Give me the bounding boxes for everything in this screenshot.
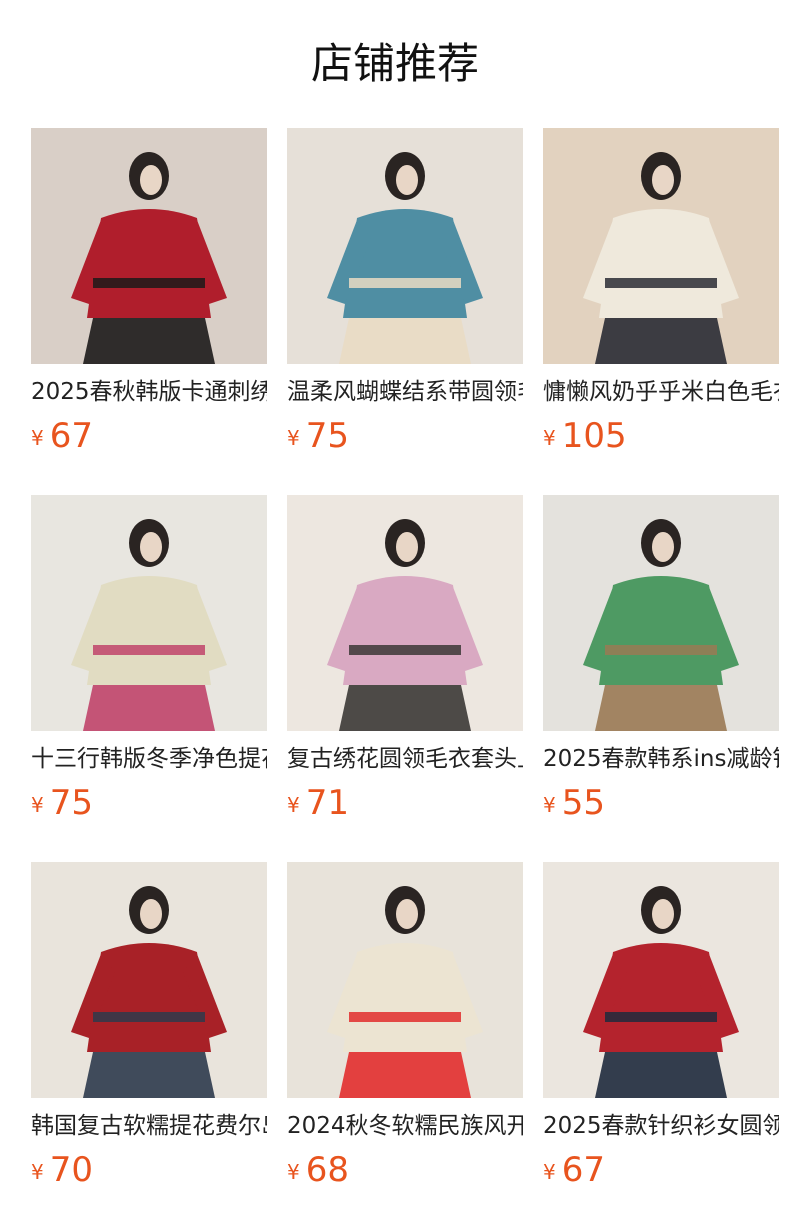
product-price: ¥68 — [287, 1148, 523, 1192]
product-photo — [31, 128, 267, 364]
product-photo — [287, 128, 523, 364]
product-card[interactable]: 韩国复古软糯提花费尔岛毛衣 ¥70 — [31, 862, 267, 1229]
product-card[interactable]: 2025春款韩系ins减龄针织马甲 ¥55 — [543, 495, 779, 862]
product-price: ¥75 — [31, 781, 267, 825]
product-name[interactable]: 2025春款针织衫女圆领开衫 — [543, 1110, 779, 1142]
product-name[interactable]: 2024秋冬软糯民族风开衫 — [287, 1110, 523, 1142]
product-photo — [287, 495, 523, 731]
price-amount: 68 — [305, 1150, 349, 1190]
product-image[interactable] — [31, 862, 267, 1098]
product-card[interactable]: 温柔风蝴蝶结系带圆领毛衣开衫 ¥75 — [287, 128, 523, 495]
product-photo — [543, 128, 779, 364]
product-card[interactable]: 复古绣花圆领毛衣套头上衣 ¥71 — [287, 495, 523, 862]
product-photo — [287, 862, 523, 1098]
product-photo — [543, 495, 779, 731]
price-amount: 71 — [305, 783, 349, 823]
product-card[interactable]: 2025春款针织衫女圆领开衫 ¥67 — [543, 862, 779, 1229]
currency-symbol: ¥ — [543, 1160, 556, 1184]
product-name[interactable]: 韩国复古软糯提花费尔岛毛衣 — [31, 1110, 267, 1142]
currency-symbol: ¥ — [31, 426, 44, 450]
currency-symbol: ¥ — [287, 426, 300, 450]
currency-symbol: ¥ — [543, 426, 556, 450]
product-image[interactable] — [287, 862, 523, 1098]
product-name[interactable]: 2025春款韩系ins减龄针织马甲 — [543, 743, 779, 775]
currency-symbol: ¥ — [31, 793, 44, 817]
currency-symbol: ¥ — [31, 1160, 44, 1184]
product-grid: 2025春秋韩版卡通刺绣毛衣开衫 ¥67 温柔风蝴蝶结系带圆领毛衣开衫 ¥75 … — [31, 128, 790, 1229]
price-amount: 105 — [561, 416, 627, 456]
price-amount: 67 — [49, 416, 93, 456]
product-photo — [31, 862, 267, 1098]
product-card[interactable]: 2025春秋韩版卡通刺绣毛衣开衫 ¥67 — [31, 128, 267, 495]
product-photo — [31, 495, 267, 731]
product-image[interactable] — [31, 495, 267, 731]
product-image[interactable] — [543, 128, 779, 364]
product-price: ¥67 — [31, 414, 267, 458]
product-card[interactable]: 十三行韩版冬季净色提花开衫 ¥75 — [31, 495, 267, 862]
product-card[interactable]: 2024秋冬软糯民族风开衫 ¥68 — [287, 862, 523, 1229]
product-image[interactable] — [543, 495, 779, 731]
price-amount: 75 — [305, 416, 349, 456]
product-name[interactable]: 2025春秋韩版卡通刺绣毛衣开衫 — [31, 376, 267, 408]
product-name[interactable]: 十三行韩版冬季净色提花开衫 — [31, 743, 267, 775]
product-name[interactable]: 复古绣花圆领毛衣套头上衣 — [287, 743, 523, 775]
page-title: 店铺推荐 — [310, 39, 479, 88]
product-price: ¥70 — [31, 1148, 267, 1192]
product-image[interactable] — [31, 128, 267, 364]
product-image[interactable] — [543, 862, 779, 1098]
price-amount: 75 — [49, 783, 93, 823]
currency-symbol: ¥ — [287, 793, 300, 817]
product-card[interactable]: 慵懒风奶乎乎米白色毛衣开衫 ¥105 — [543, 128, 779, 495]
price-amount: 67 — [561, 1150, 605, 1190]
currency-symbol: ¥ — [287, 1160, 300, 1184]
product-image[interactable] — [287, 128, 523, 364]
currency-symbol: ¥ — [543, 793, 556, 817]
product-photo — [543, 862, 779, 1098]
price-amount: 55 — [561, 783, 605, 823]
product-name[interactable]: 温柔风蝴蝶结系带圆领毛衣开衫 — [287, 376, 523, 408]
product-price: ¥71 — [287, 781, 523, 825]
product-price: ¥105 — [543, 414, 779, 458]
product-price: ¥75 — [287, 414, 523, 458]
product-price: ¥67 — [543, 1148, 779, 1192]
product-price: ¥55 — [543, 781, 779, 825]
product-name[interactable]: 慵懒风奶乎乎米白色毛衣开衫 — [543, 376, 779, 408]
price-amount: 70 — [49, 1150, 93, 1190]
product-image[interactable] — [287, 495, 523, 731]
